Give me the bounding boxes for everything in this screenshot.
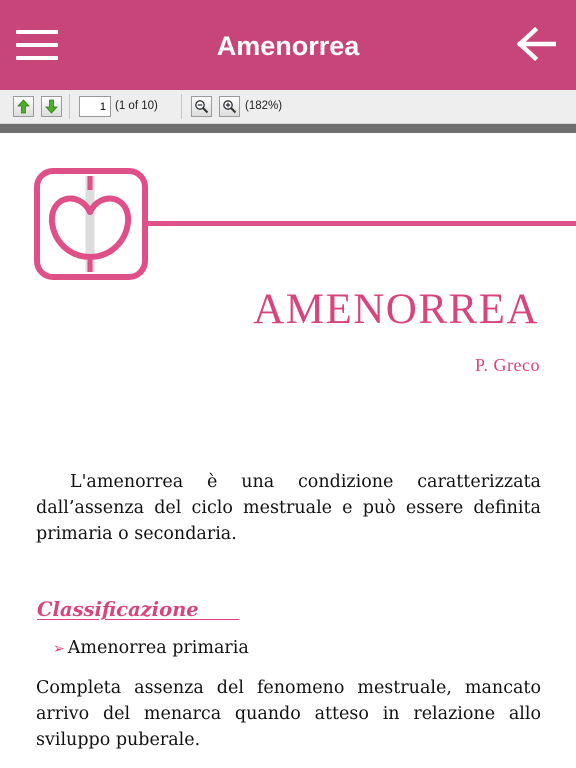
app-title: Amenorrea	[216, 31, 360, 61]
next-page-button[interactable]	[41, 96, 62, 117]
toolbar-shadow-bar	[0, 124, 576, 133]
toolbar-divider	[181, 94, 182, 119]
book-smile-logo-icon	[34, 168, 148, 280]
zoom-level-label: (182%)	[245, 100, 283, 112]
zoom-out-icon	[195, 100, 209, 114]
hamburger-menu-icon[interactable]	[16, 30, 60, 60]
document-page[interactable]: AMENORREA P. Greco L'amenorrea è una con…	[0, 133, 576, 768]
zoom-in-button[interactable]	[219, 96, 240, 117]
bullet-text: Amenorrea primaria	[67, 638, 249, 658]
document-author: P. Greco	[475, 355, 540, 375]
zoom-in-icon	[223, 100, 237, 114]
app-bar: Amenorrea	[0, 0, 576, 90]
section-heading-classificazione: Classificazione	[37, 598, 239, 621]
zoom-out-button[interactable]	[191, 96, 212, 117]
document-title: AMENORREA	[253, 286, 539, 333]
section-heading-text: Classificazione	[37, 598, 199, 621]
pdf-toolbar: (1 of 10) (182%)	[0, 90, 576, 124]
page-number-input[interactable]	[79, 96, 111, 117]
bullet-item: ➢ Amenorrea primaria	[53, 638, 249, 658]
title-divider-line	[146, 221, 576, 226]
arrow-up-icon	[17, 99, 30, 114]
page-count-label: (1 of 10)	[115, 100, 158, 112]
arrow-left-icon[interactable]	[516, 26, 560, 66]
bullet-description-paragraph: Completa assenza del fenomeno mestruale,…	[36, 678, 541, 750]
toolbar-divider	[69, 94, 70, 119]
previous-page-button[interactable]	[13, 96, 34, 117]
bullet-arrow-icon: ➢	[53, 641, 65, 657]
intro-paragraph: L'amenorrea è una condizione caratterizz…	[36, 472, 541, 544]
arrow-down-icon	[45, 99, 58, 114]
